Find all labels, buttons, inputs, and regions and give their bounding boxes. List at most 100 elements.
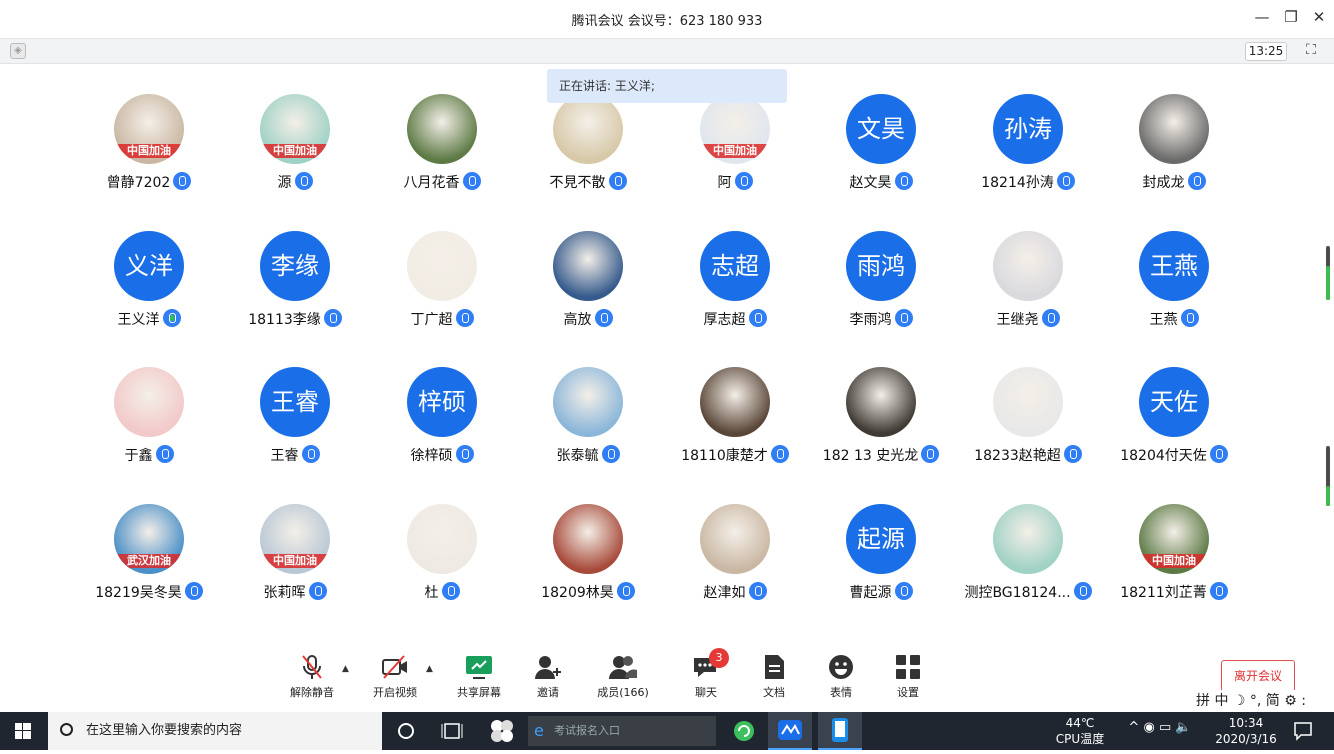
members-icon — [608, 652, 638, 682]
participant-tile[interactable]: 杜 — [369, 504, 515, 634]
participant-tile[interactable]: 雨鸿 李雨鸿 — [808, 231, 954, 361]
participant-tile[interactable]: 天佐 18204付天佐 — [1101, 367, 1247, 497]
participant-tile[interactable]: 李缘 18113李缘 — [222, 231, 368, 361]
participant-tile[interactable]: 孙涛 18214孙涛 — [955, 94, 1101, 224]
restore-button[interactable]: ❐ — [1281, 8, 1301, 26]
notification-icon[interactable] — [1288, 712, 1318, 750]
battery-icon[interactable]: ▭ — [1159, 720, 1171, 735]
avatar-initials: 雨鸿 — [846, 231, 916, 301]
participant-tile[interactable]: 中国加油源 — [222, 94, 368, 224]
mic-icon — [921, 445, 940, 463]
taskbar-clock[interactable]: 10:34 2020/3/16 — [1208, 715, 1284, 747]
volume-icon[interactable]: 🔈 — [1175, 720, 1191, 735]
invite-button[interactable]: 邀请 — [513, 652, 583, 700]
scrollbar[interactable] — [1326, 446, 1330, 506]
emoji-button[interactable]: 表情 — [806, 652, 876, 700]
search-placeholder: 在这里输入你要搜索的内容 — [86, 723, 243, 738]
participant-name-row: 18214孙涛 — [955, 172, 1101, 192]
participant-name-row: 18110康楚才 — [662, 445, 808, 465]
fullscreen-icon[interactable]: ⛶ — [1302, 42, 1320, 60]
mic-icon — [294, 172, 313, 190]
task-view-icon[interactable] — [432, 712, 472, 750]
avatar-photo — [553, 231, 623, 301]
meeting-timer: 13:25 — [1245, 42, 1287, 61]
refresh-app-icon[interactable] — [726, 712, 762, 750]
audio-options-caret[interactable]: ▲ — [342, 664, 349, 674]
participant-tile[interactable]: 18110康楚才 — [662, 367, 808, 497]
avatar-initials: 天佐 — [1139, 367, 1209, 437]
avatar-photo: 中国加油 — [700, 94, 770, 164]
members-button[interactable]: 成员(166) — [588, 652, 658, 700]
participant-name: 杜 — [424, 585, 439, 601]
chevron-up-icon[interactable]: ^ — [1128, 720, 1139, 735]
windows-icon — [15, 723, 31, 739]
participant-name-row: 18204付天佐 — [1101, 445, 1247, 465]
participant-tile[interactable]: 中国加油 张莉晖 — [222, 504, 368, 634]
participant-tile[interactable]: 丁广超 — [369, 231, 515, 361]
participant-tile[interactable]: 高放 — [515, 231, 661, 361]
participant-tile[interactable]: 测控BG18124... — [955, 504, 1101, 634]
avatar-photo — [553, 504, 623, 574]
participant-tile[interactable]: 中国加油 曾静7202 — [76, 94, 222, 224]
emoji-label: 表情 — [830, 686, 852, 699]
participant-tile[interactable]: 封成龙 — [1101, 94, 1247, 224]
avatar-photo — [846, 367, 916, 437]
mic-icon — [1056, 172, 1075, 190]
start-button[interactable] — [0, 712, 46, 750]
chat-label: 聊天 — [695, 686, 717, 699]
participant-tile[interactable]: 武汉加油 18219吴冬昊 — [76, 504, 222, 634]
unmute-button[interactable]: 解除静音 — [277, 652, 347, 700]
tencent-meeting-taskbar-icon[interactable] — [768, 712, 812, 750]
participant-tile[interactable]: 起源 曹起源 — [808, 504, 954, 634]
participant-tile[interactable]: 182 13 史光龙 — [808, 367, 954, 497]
taskbar-browser-address[interactable]: e 考试报名入口 — [528, 716, 716, 746]
participant-tile[interactable]: 梓硕 徐梓硕 — [369, 367, 515, 497]
start-video-button[interactable]: 开启视频 — [360, 652, 430, 700]
participant-tile[interactable]: 18209林昊 — [515, 504, 661, 634]
minimize-button[interactable]: — — [1252, 8, 1272, 26]
participant-tile[interactable]: 于鑫 — [76, 367, 222, 497]
members-label: 成员(166) — [597, 686, 649, 699]
ime-toolbar[interactable]: 拼 中 ☽ °, 简 ⚙ : — [1192, 690, 1310, 710]
close-button[interactable]: ✕ — [1309, 8, 1329, 26]
participant-name-row: 18209林昊 — [515, 582, 661, 602]
pinwheel-app-icon[interactable] — [482, 712, 522, 750]
participant-tile[interactable]: 义洋 王义洋 — [76, 231, 222, 361]
participant-tile[interactable]: 不見不散 — [515, 94, 661, 224]
participant-tile[interactable]: 王继尧 — [955, 231, 1101, 361]
chat-button[interactable]: 3 聊天 — [671, 648, 741, 700]
avatar-photo: 中国加油 — [260, 94, 330, 164]
mic-icon — [1209, 582, 1228, 600]
docs-label: 文档 — [763, 686, 785, 699]
phone-app-taskbar-icon[interactable] — [818, 712, 862, 750]
participant-tile[interactable]: 志超 厚志超 — [662, 231, 808, 361]
participant-tile[interactable]: 文昊 赵文昊 — [808, 94, 954, 224]
avatar-photo — [993, 367, 1063, 437]
participant-tile[interactable]: 张泰毓 — [515, 367, 661, 497]
leave-meeting-button[interactable]: 离开会议 — [1221, 660, 1295, 692]
participant-name-row: 测控BG18124... — [955, 582, 1101, 602]
docs-button[interactable]: 文档 — [739, 652, 809, 700]
mic-icon — [455, 309, 474, 327]
participant-tile[interactable]: 八月花香 — [369, 94, 515, 224]
participant-tile[interactable]: 赵津如 — [662, 504, 808, 634]
participant-tile[interactable]: 18233赵艳超 — [955, 367, 1101, 497]
avatar-photo — [700, 367, 770, 437]
share-screen-icon — [464, 652, 494, 682]
participant-tile[interactable]: 王睿 王睿 — [222, 367, 368, 497]
participant-tile[interactable]: 中国加油阿 — [662, 94, 808, 224]
participant-name: 源 — [277, 175, 292, 191]
video-options-caret[interactable]: ▲ — [426, 664, 433, 674]
tray-icons[interactable]: ^ ◉ ▭ 🔈 — [1120, 720, 1200, 736]
chrome-tray-icon[interactable]: ◉ — [1143, 720, 1154, 735]
avatar-photo — [553, 94, 623, 164]
share-screen-button[interactable]: 共享屏幕 — [444, 652, 514, 700]
mic-icon — [748, 582, 767, 600]
participant-tile[interactable]: 中国加油 18211刘芷菁 — [1101, 504, 1247, 634]
cortana-icon[interactable] — [386, 712, 426, 750]
taskbar-search-input[interactable]: 在这里输入你要搜索的内容 — [48, 712, 382, 750]
participant-tile[interactable]: 王燕 王燕 — [1101, 231, 1247, 361]
settings-button[interactable]: 设置 — [873, 652, 943, 700]
shield-icon[interactable]: ◈ — [10, 43, 26, 59]
avatar-initials: 文昊 — [846, 94, 916, 164]
